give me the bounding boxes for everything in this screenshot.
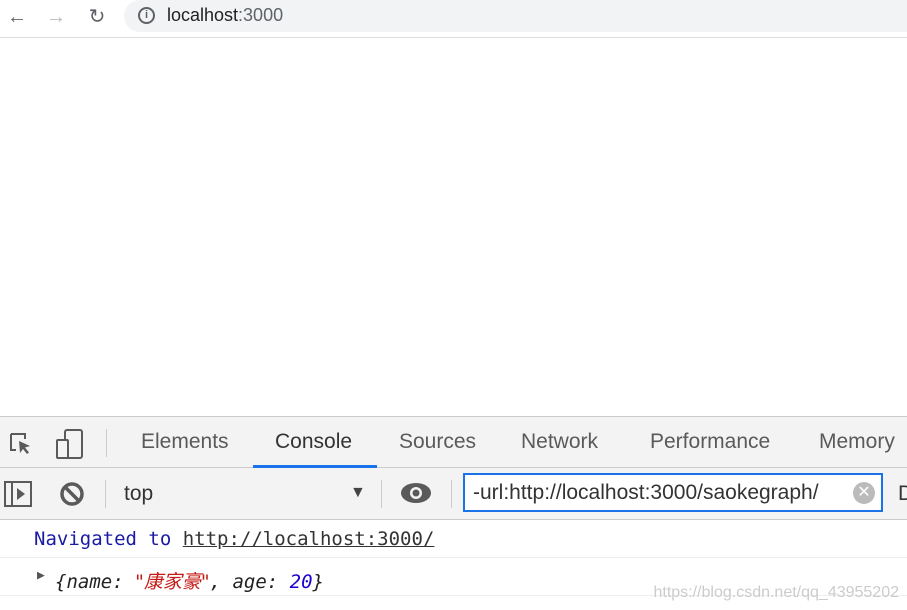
- address-bar[interactable]: i localhost:3000: [124, 0, 907, 32]
- dropdown-caret-icon[interactable]: ▼: [350, 484, 366, 502]
- navigated-url-link[interactable]: http://localhost:3000/: [183, 528, 435, 550]
- divider: [451, 480, 452, 508]
- browser-toolbar: ← → ↻ i localhost:3000: [0, 0, 907, 38]
- forward-button[interactable]: →: [43, 4, 69, 30]
- obj-key-name: {name:: [55, 571, 136, 593]
- info-icon[interactable]: i: [138, 7, 155, 24]
- console-filter[interactable]: ✕: [463, 473, 883, 512]
- filter-input[interactable]: [473, 481, 853, 505]
- devtools-panel: Elements Console Sources Network Perform…: [0, 416, 907, 610]
- watermark: https://blog.csdn.net/qq_43955202: [653, 584, 899, 601]
- divider: [106, 429, 107, 457]
- show-sidebar-icon[interactable]: [4, 481, 32, 507]
- live-expression-eye-icon[interactable]: [400, 482, 432, 504]
- obj-age-value: 20: [289, 571, 313, 593]
- logged-object[interactable]: {name: "康家豪", age: 20}: [55, 567, 324, 594]
- obj-close: }: [312, 571, 324, 593]
- obj-name-value: "康家豪": [135, 571, 210, 593]
- url-host: localhost: [167, 5, 239, 25]
- url-text: localhost:3000: [167, 5, 283, 26]
- context-selector[interactable]: top: [124, 482, 153, 506]
- tab-network[interactable]: Network: [521, 430, 598, 454]
- reload-button[interactable]: ↻: [84, 4, 110, 30]
- tab-elements[interactable]: Elements: [141, 430, 229, 454]
- expand-triangle-icon[interactable]: ▶: [37, 568, 45, 583]
- clear-console-icon[interactable]: [59, 481, 85, 507]
- back-button[interactable]: ←: [4, 4, 30, 30]
- devtools-tabbar: Elements Console Sources Network Perform…: [0, 417, 907, 468]
- console-toolbar: top ▼ ✕ D: [0, 468, 907, 520]
- divider: [105, 480, 106, 508]
- obj-key-age: , age:: [209, 571, 290, 593]
- log-levels-dropdown[interactable]: D: [898, 482, 907, 506]
- tab-console[interactable]: Console: [275, 430, 352, 454]
- tab-performance[interactable]: Performance: [650, 430, 770, 454]
- device-toolbar-icon[interactable]: [55, 428, 85, 460]
- inspect-element-icon[interactable]: [8, 431, 34, 457]
- clear-filter-icon[interactable]: ✕: [853, 482, 875, 504]
- tab-sources[interactable]: Sources: [399, 430, 476, 454]
- navigated-message: Navigated to http://localhost:3000/: [34, 528, 434, 550]
- divider: [381, 480, 382, 508]
- navigated-label: Navigated to: [34, 528, 183, 550]
- url-port: :3000: [238, 5, 284, 25]
- console-message: Navigated to http://localhost:3000/: [0, 520, 907, 558]
- tab-memory[interactable]: Memory: [819, 430, 895, 454]
